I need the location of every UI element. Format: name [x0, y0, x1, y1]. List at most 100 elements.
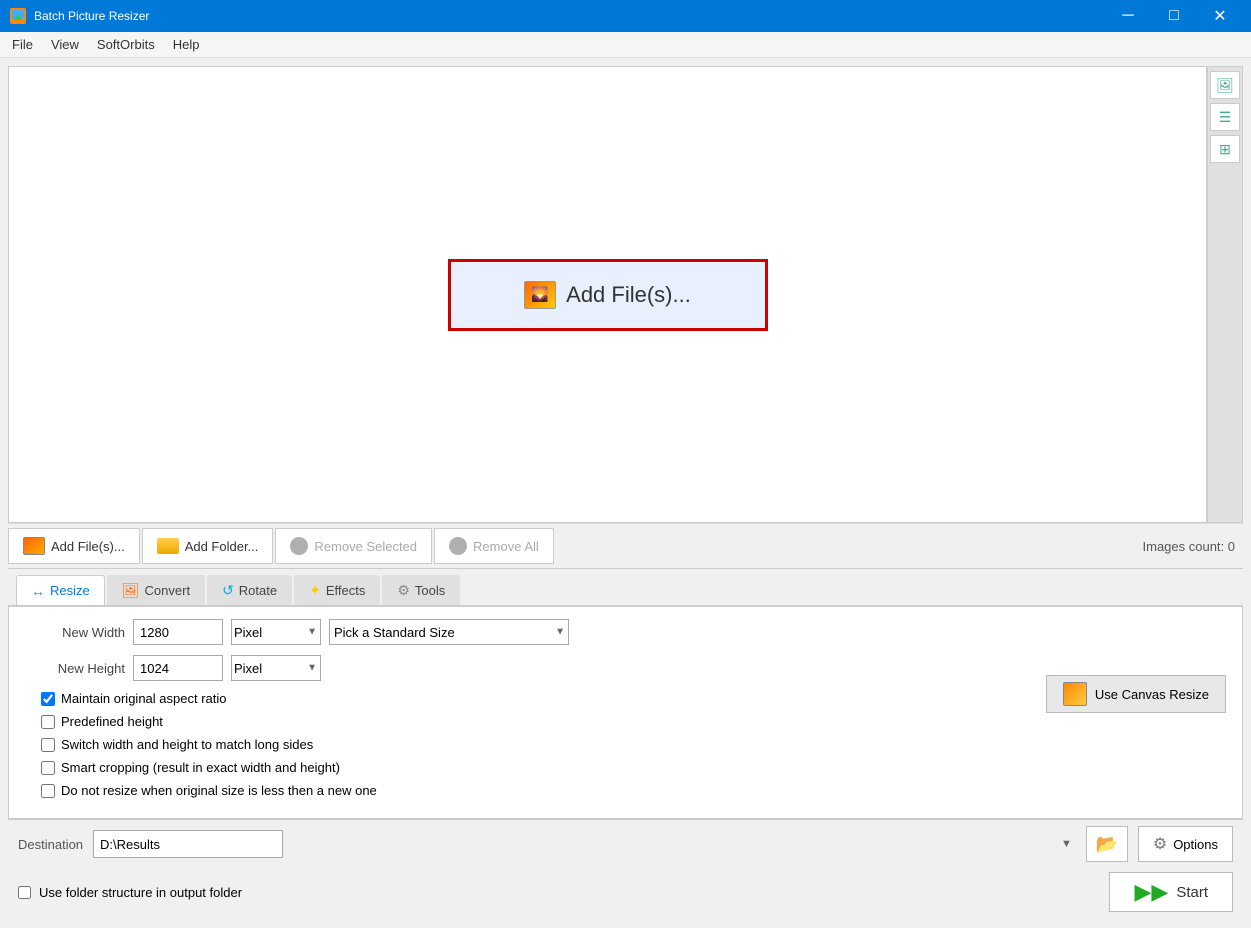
add-file-center-icon: 🌄 — [524, 281, 556, 309]
use-folder-structure-label[interactable]: Use folder structure in output folder — [39, 885, 242, 900]
menu-bar: File View SoftOrbits Help — [0, 32, 1251, 58]
destination-input-wrapper: ▼ — [93, 830, 1076, 858]
view-list-button[interactable]: ☰ — [1210, 103, 1240, 131]
predefined-height-label[interactable]: Predefined height — [61, 714, 163, 729]
add-folder-icon — [157, 538, 179, 554]
height-row: New Height Pixel Percent Inch Cm ▼ — [25, 655, 1022, 681]
tools-tab-label: Tools — [415, 583, 445, 598]
add-files-button[interactable]: Add File(s)... — [8, 528, 140, 564]
content-wrapper: 🌄 Add File(s)... 🖼 ☰ ⊞ Add File(s)... Ad… — [8, 66, 1243, 918]
images-count: Images count: 0 — [1143, 539, 1244, 554]
app-icon — [8, 6, 28, 26]
maintain-aspect-checkbox[interactable] — [41, 692, 55, 706]
switch-wh-row: Switch width and height to match long si… — [41, 737, 1022, 752]
menu-file[interactable]: File — [4, 34, 41, 55]
tab-convert[interactable]: 🖼 Convert — [107, 575, 205, 605]
add-folder-button[interactable]: Add Folder... — [142, 528, 274, 564]
standard-size-wrapper: Pick a Standard Size 800x600 1024x768 12… — [329, 619, 569, 645]
width-unit-select[interactable]: Pixel Percent Inch Cm — [231, 619, 321, 645]
remove-selected-button[interactable]: Remove Selected — [275, 528, 432, 564]
main-container: 🌄 Add File(s)... 🖼 ☰ ⊞ Add File(s)... Ad… — [0, 58, 1251, 926]
form-rows-left: New Width Pixel Percent Inch Cm ▼ — [25, 619, 1022, 806]
add-files-center-button[interactable]: 🌄 Add File(s)... — [448, 259, 768, 331]
add-file-icon — [23, 537, 45, 555]
right-sidebar: 🖼 ☰ ⊞ — [1207, 66, 1243, 523]
view-thumbnails-button[interactable]: 🖼 — [1210, 71, 1240, 99]
switch-wh-label[interactable]: Switch width and height to match long si… — [61, 737, 313, 752]
remove-selected-label: Remove Selected — [314, 539, 417, 554]
app-title: Batch Picture Resizer — [34, 9, 1105, 23]
convert-tab-label: Convert — [145, 583, 191, 598]
window-controls: ─ □ ✕ — [1105, 0, 1243, 32]
canvas-icon — [1063, 682, 1087, 706]
no-resize-label[interactable]: Do not resize when original size is less… — [61, 783, 377, 798]
browse-destination-button[interactable]: 📂 — [1086, 826, 1128, 862]
predefined-height-checkbox[interactable] — [41, 715, 55, 729]
height-unit-wrapper: Pixel Percent Inch Cm ▼ — [231, 655, 321, 681]
settings-content: New Width Pixel Percent Inch Cm ▼ — [8, 606, 1243, 819]
add-files-center-label: Add File(s)... — [566, 282, 691, 308]
switch-wh-checkbox[interactable] — [41, 738, 55, 752]
destination-bar: Destination ▼ 📂 ⚙ Options — [8, 819, 1243, 868]
rotate-tab-icon: ↺ — [222, 582, 234, 599]
new-width-input[interactable] — [133, 619, 223, 645]
width-unit-wrapper: Pixel Percent Inch Cm ▼ — [231, 619, 321, 645]
remove-selected-icon — [290, 537, 308, 555]
title-bar: Batch Picture Resizer ─ □ ✕ — [0, 0, 1251, 32]
effects-tab-icon: ✦ — [309, 582, 321, 599]
predefined-height-row: Predefined height — [41, 714, 1022, 729]
destination-input[interactable] — [93, 830, 283, 858]
add-files-label: Add File(s)... — [51, 539, 125, 554]
browse-icon: 📂 — [1096, 834, 1118, 855]
smart-crop-checkbox[interactable] — [41, 761, 55, 775]
options-label: Options — [1173, 837, 1218, 852]
image-canvas[interactable]: 🌄 Add File(s)... — [9, 67, 1206, 522]
remove-all-label: Remove All — [473, 539, 539, 554]
gear-icon: ⚙ — [1153, 834, 1167, 854]
add-folder-label: Add Folder... — [185, 539, 259, 554]
tab-effects[interactable]: ✦ Effects — [294, 575, 380, 605]
maximize-button[interactable]: □ — [1151, 0, 1197, 32]
smart-crop-row: Smart cropping (result in exact width an… — [41, 760, 1022, 775]
use-folder-structure-checkbox[interactable] — [18, 886, 31, 899]
width-row: New Width Pixel Percent Inch Cm ▼ — [25, 619, 1022, 645]
destination-dropdown-arrow: ▼ — [1061, 838, 1072, 850]
maintain-aspect-row: Maintain original aspect ratio — [41, 691, 1022, 706]
start-icon: ▶▶ — [1134, 879, 1168, 905]
new-height-label: New Height — [25, 661, 125, 676]
close-button[interactable]: ✕ — [1197, 0, 1243, 32]
standard-size-select[interactable]: Pick a Standard Size 800x600 1024x768 12… — [329, 619, 569, 645]
maintain-aspect-label[interactable]: Maintain original aspect ratio — [61, 691, 226, 706]
menu-view[interactable]: View — [43, 34, 87, 55]
destination-label: Destination — [18, 837, 83, 852]
smart-crop-label[interactable]: Smart cropping (result in exact width an… — [61, 760, 340, 775]
remove-all-button[interactable]: Remove All — [434, 528, 554, 564]
canvas-resize-container: Use Canvas Resize — [1046, 675, 1226, 713]
view-grid-button[interactable]: ⊞ — [1210, 135, 1240, 163]
convert-tab-icon: 🖼 — [122, 582, 140, 599]
minimize-button[interactable]: ─ — [1105, 0, 1151, 32]
start-label: Start — [1176, 884, 1208, 901]
start-button[interactable]: ▶▶ Start — [1109, 872, 1233, 912]
use-canvas-resize-button[interactable]: Use Canvas Resize — [1046, 675, 1226, 713]
settings-row: New Width Pixel Percent Inch Cm ▼ — [25, 619, 1226, 806]
tabs-bar: ↔ Resize 🖼 Convert ↺ Rotate ✦ Effects ⚙ — [8, 569, 1243, 606]
tools-tab-icon: ⚙ — [397, 582, 410, 599]
height-unit-select[interactable]: Pixel Percent Inch Cm — [231, 655, 321, 681]
rotate-tab-label: Rotate — [239, 583, 277, 598]
use-canvas-label: Use Canvas Resize — [1095, 687, 1209, 702]
options-button[interactable]: ⚙ Options — [1138, 826, 1233, 862]
image-wrapper: 🌄 Add File(s)... 🖼 ☰ ⊞ — [8, 66, 1243, 523]
image-area: 🌄 Add File(s)... — [8, 66, 1207, 523]
action-toolbar: Add File(s)... Add Folder... Remove Sele… — [8, 523, 1243, 568]
no-resize-checkbox[interactable] — [41, 784, 55, 798]
footer-bar: Use folder structure in output folder ▶▶… — [8, 868, 1243, 918]
new-height-input[interactable] — [133, 655, 223, 681]
resize-tab-icon: ↔ — [31, 583, 45, 599]
tab-tools[interactable]: ⚙ Tools — [382, 575, 460, 605]
menu-softorbits[interactable]: SoftOrbits — [89, 34, 163, 55]
resize-tab-label: Resize — [50, 583, 90, 598]
menu-help[interactable]: Help — [165, 34, 208, 55]
tab-resize[interactable]: ↔ Resize — [16, 575, 105, 605]
tab-rotate[interactable]: ↺ Rotate — [207, 575, 292, 605]
